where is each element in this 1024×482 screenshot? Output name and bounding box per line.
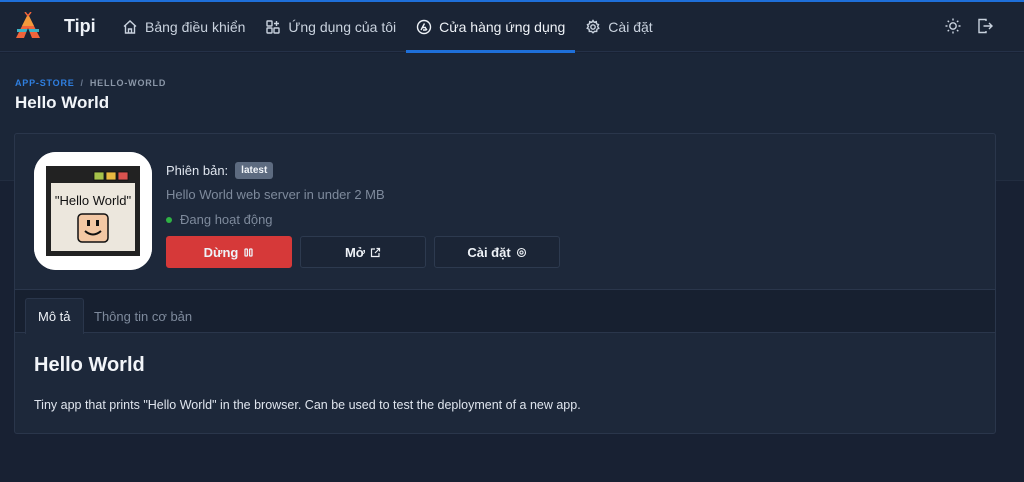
nav-item-label: Ứng dụng của tôi: [288, 19, 397, 35]
nav-item-settings[interactable]: Cài đặt: [575, 2, 662, 52]
app-details-card: "Hello World" Phiên bản: latest Hello Wo…: [14, 133, 996, 434]
brand-name: Tipi: [64, 15, 96, 36]
nav-item-label: Cài đặt: [608, 19, 653, 35]
breadcrumb: APP-STORE / HELLO-WORLD: [15, 78, 166, 88]
open-button[interactable]: Mở: [300, 236, 426, 268]
app-icon: "Hello World": [34, 152, 152, 270]
breadcrumb-current: HELLO-WORLD: [89, 78, 167, 88]
logout-icon[interactable]: [976, 17, 994, 35]
nav-item-label: Cửa hàng ứng dụng: [439, 19, 566, 35]
version-badge: latest: [235, 162, 274, 179]
tipi-logo-icon: [16, 12, 40, 38]
hello-world-app-icon: "Hello World": [34, 152, 152, 270]
content-title: Hello World: [34, 354, 145, 376]
settings-button[interactable]: Cài đặt: [434, 236, 560, 268]
nav-item-label: Bảng điều khiển: [145, 19, 246, 35]
gear-icon: [516, 247, 526, 257]
app-meta: Phiên bản: latest Hello World web server…: [166, 162, 385, 227]
settings-button-label: Cài đặt: [467, 244, 511, 260]
gear-icon: [586, 19, 601, 34]
nav-menu: Bảng điều khiển Ứng dụng của tôi Cửa hàn…: [112, 2, 663, 53]
breadcrumb-app-store[interactable]: APP-STORE: [15, 78, 75, 88]
navbar: Tipi Bảng điều khiển Ứng dụng của tôi Cử…: [0, 2, 1024, 53]
status-dot-icon: [166, 216, 172, 223]
version-label: Phiên bản:: [166, 163, 229, 178]
nav-item-my-apps[interactable]: Ứng dụng của tôi: [255, 2, 406, 52]
external-link-icon: [370, 247, 381, 257]
page-title: Hello World: [15, 93, 110, 112]
app-short-description: Hello World web server in under 2 MB: [166, 187, 385, 202]
tab-description[interactable]: Mô tả: [25, 298, 84, 334]
nav-item-app-store[interactable]: Cửa hàng ứng dụng: [406, 2, 576, 53]
stop-button[interactable]: Dừng: [166, 236, 292, 268]
app-status: Đang hoạt động: [166, 212, 385, 227]
tabs-bar: Mô tả Thông tin cơ bản: [15, 289, 995, 334]
nav-item-dashboard[interactable]: Bảng điều khiển: [112, 2, 255, 52]
sun-icon[interactable]: [944, 17, 962, 35]
content-body: Tiny app that prints "Hello World" in th…: [34, 398, 581, 412]
app-store-icon: [416, 19, 432, 35]
stop-button-label: Dừng: [203, 244, 239, 260]
home-icon: [123, 20, 137, 34]
app-icon-text: "Hello World": [55, 193, 132, 208]
app-actions: Dừng Mở Cài đặt: [166, 236, 560, 268]
nav-right-tools: [944, 17, 994, 35]
apps-icon: [266, 20, 281, 34]
status-text: Đang hoạt động: [180, 212, 273, 227]
pause-icon: [244, 247, 253, 257]
tab-basic-info[interactable]: Thông tin cơ bản: [82, 298, 204, 334]
breadcrumb-separator: /: [80, 78, 84, 88]
open-button-label: Mở: [344, 244, 366, 260]
version-row: Phiên bản: latest: [166, 162, 385, 179]
brand[interactable]: Tipi: [14, 12, 96, 40]
